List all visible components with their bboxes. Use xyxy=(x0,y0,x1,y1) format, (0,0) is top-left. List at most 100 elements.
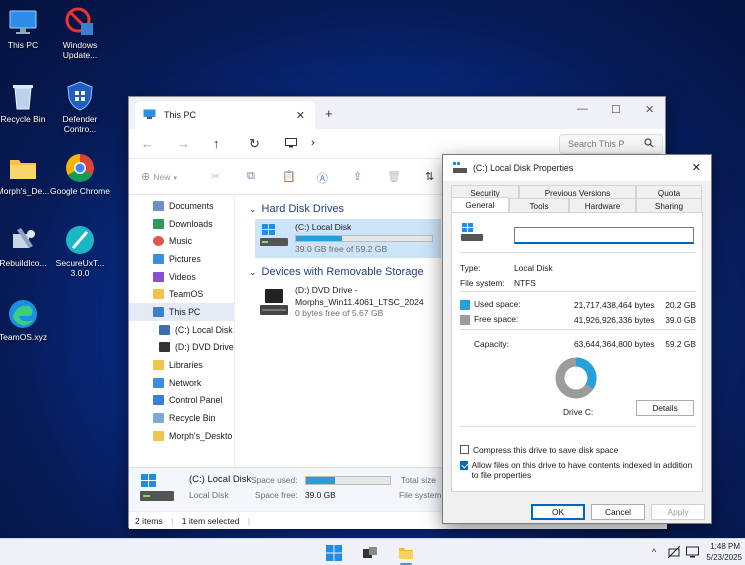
sidebar-item-this-pc[interactable]: This PC xyxy=(129,303,234,321)
brush-icon xyxy=(64,224,96,256)
desktop-icon-label: Defender Contro... xyxy=(62,114,98,134)
drive-c-free-text: 39.0 GB free of 59.2 GB xyxy=(295,244,388,255)
drive-c-usage-fill xyxy=(296,236,343,242)
apply-button[interactable]: Apply xyxy=(651,504,705,520)
ok-button[interactable]: OK xyxy=(531,504,585,520)
refresh-button[interactable]: ↻ xyxy=(249,136,260,152)
minimize-button[interactable]: — xyxy=(577,103,588,115)
capacity-label: Capacity: xyxy=(474,339,509,349)
close-button[interactable]: ✕ xyxy=(645,103,654,116)
cut-icon[interactable]: ✂ xyxy=(211,170,220,183)
back-button[interactable]: ← xyxy=(141,136,154,151)
breadcrumb-separator[interactable]: › xyxy=(311,137,315,149)
task-view-icon[interactable] xyxy=(362,545,378,561)
pictures-icon xyxy=(153,253,164,264)
group-header-hard-disk-drives[interactable]: ⌄ Hard Disk Drives xyxy=(249,203,473,215)
tab-sharing[interactable]: Sharing xyxy=(636,198,702,213)
network-icon[interactable] xyxy=(667,545,681,560)
edge-icon xyxy=(7,298,39,330)
network-icon xyxy=(153,377,164,388)
documents-icon xyxy=(153,200,164,211)
sidebar-item-documents[interactable]: Documents xyxy=(129,197,234,215)
capacity-size: 59.2 GB xyxy=(665,339,696,349)
drive-tile-c[interactable]: (C:) Local Disk 39.0 GB free of 59.2 GB xyxy=(255,219,441,259)
tab-close-icon[interactable]: ✕ xyxy=(296,109,305,122)
cancel-button[interactable]: Cancel xyxy=(591,504,645,520)
desktop-icon-teamos[interactable]: TeamOS.xyz xyxy=(0,298,55,343)
desktop-icon-windows-update[interactable]: Windows Update... xyxy=(48,6,112,61)
capacity-bytes: 63,644,364,800 bytes xyxy=(574,339,655,349)
paste-icon[interactable]: 📋 xyxy=(282,170,296,183)
sidebar-item-videos[interactable]: Videos xyxy=(129,268,234,286)
search-input[interactable]: Search This P xyxy=(559,134,663,154)
drive-c-usage-bar xyxy=(295,235,433,243)
drive-label-input[interactable] xyxy=(514,227,694,244)
windows-drive-icon xyxy=(460,221,484,245)
group-header-removable-storage[interactable]: ⌄ Devices with Removable Storage xyxy=(249,266,473,278)
details-usage-fill xyxy=(306,477,335,484)
drive-d-name: (D:) DVD Drive - xyxy=(295,285,358,296)
new-button[interactable]: ⊕ New ▾ xyxy=(141,170,177,183)
index-checkbox-row[interactable]: Allow files on this drive to have conten… xyxy=(460,460,696,480)
copy-icon[interactable]: ⧉ xyxy=(247,170,255,183)
sidebar-item-network[interactable]: Network xyxy=(129,374,234,392)
desktop-icon-label: SecureUxT... 3.0.0 xyxy=(55,258,105,278)
start-button[interactable] xyxy=(326,545,342,561)
tab-tools[interactable]: Tools xyxy=(509,198,569,213)
search-icon xyxy=(644,138,654,150)
compress-checkbox[interactable] xyxy=(460,445,469,454)
index-checkbox[interactable] xyxy=(460,461,468,470)
compress-checkbox-row[interactable]: Compress this drive to save disk space xyxy=(460,445,696,455)
clock-date[interactable]: 5/23/2025 xyxy=(704,553,742,562)
folder-icon xyxy=(153,430,164,441)
new-tab-button[interactable]: + xyxy=(325,106,333,121)
sidebar-item-music[interactable]: Music xyxy=(129,232,234,250)
download-icon xyxy=(153,218,164,229)
sidebar-item-libraries[interactable]: Libraries xyxy=(129,356,234,374)
details-button[interactable]: Details xyxy=(636,400,694,416)
share-icon[interactable]: ⇪ xyxy=(353,170,362,183)
drive-tile-d[interactable]: (D:) DVD Drive - Morphs_Win11.4061_LTSC_… xyxy=(255,282,455,324)
clock-time[interactable]: 1:48 PM xyxy=(708,542,740,551)
desktop-icon-recycle-bin[interactable]: Recycle Bin xyxy=(0,80,55,125)
sidebar-item-teamos[interactable]: TeamOS xyxy=(129,285,234,303)
sort-icon[interactable]: ⇅ xyxy=(425,170,434,183)
file-explorer-taskbar-icon[interactable] xyxy=(398,545,414,561)
sidebar-item-recycle-bin[interactable]: Recycle Bin xyxy=(129,409,234,427)
used-space-swatch xyxy=(460,299,470,310)
tab-title: This PC xyxy=(164,110,197,120)
sidebar-item-control-panel[interactable]: Control Panel xyxy=(129,392,234,410)
tab-this-pc[interactable]: This PC ✕ xyxy=(135,101,315,129)
desktop-icon-secureuxtheme[interactable]: SecureUxT... 3.0.0 xyxy=(48,224,112,279)
maximize-button[interactable]: ☐ xyxy=(611,103,621,116)
free-space-bytes: 41,926,926,336 bytes xyxy=(574,315,655,325)
type-value: Local Disk xyxy=(514,263,553,273)
windows-drive-icon xyxy=(259,222,289,255)
sidebar-item-morphs-desktop[interactable]: Morph's_Deskto xyxy=(129,427,234,445)
display-icon[interactable] xyxy=(686,546,699,560)
type-label: Type: xyxy=(460,263,481,273)
tools-icon xyxy=(7,224,39,256)
desktop-icon-google-chrome[interactable]: Google Chrome xyxy=(48,152,112,197)
sidebar-item-local-disk-c[interactable]: (C:) Local Disk xyxy=(129,321,234,339)
divider xyxy=(460,252,696,253)
sidebar-item-pictures[interactable]: Pictures xyxy=(129,250,234,268)
up-button[interactable]: ↑ xyxy=(213,136,220,151)
sidebar-item-dvd-drive-d[interactable]: (D:) DVD Drive xyxy=(129,339,234,357)
tab-hardware[interactable]: Hardware xyxy=(569,198,636,213)
desktop-icon-rebuild-icon[interactable]: RebuildIco... xyxy=(0,224,55,269)
desktop-icon-defender-control[interactable]: Defender Contro... xyxy=(48,80,112,135)
chevron-down-icon: ⌄ xyxy=(249,203,257,214)
desktop-icon-morphs-desktop[interactable]: Morph's_De... xyxy=(0,152,55,197)
dialog-close-button[interactable]: ✕ xyxy=(692,161,701,174)
delete-icon[interactable]: 🗑 xyxy=(387,170,401,183)
desktop-icon-label: TeamOS.xyz xyxy=(0,332,48,342)
sidebar-item-downloads[interactable]: Downloads xyxy=(129,215,234,233)
forward-button[interactable]: → xyxy=(177,136,190,151)
address-monitor-icon[interactable] xyxy=(285,138,297,150)
tray-overflow-chevron[interactable]: ^ xyxy=(652,547,656,557)
recycle-bin-icon xyxy=(153,413,164,424)
details-drive-name: (C:) Local Disk xyxy=(189,474,252,485)
rename-icon[interactable]: Ⓐ xyxy=(317,170,328,186)
desktop-icon-this-pc[interactable]: This PC xyxy=(0,6,55,51)
